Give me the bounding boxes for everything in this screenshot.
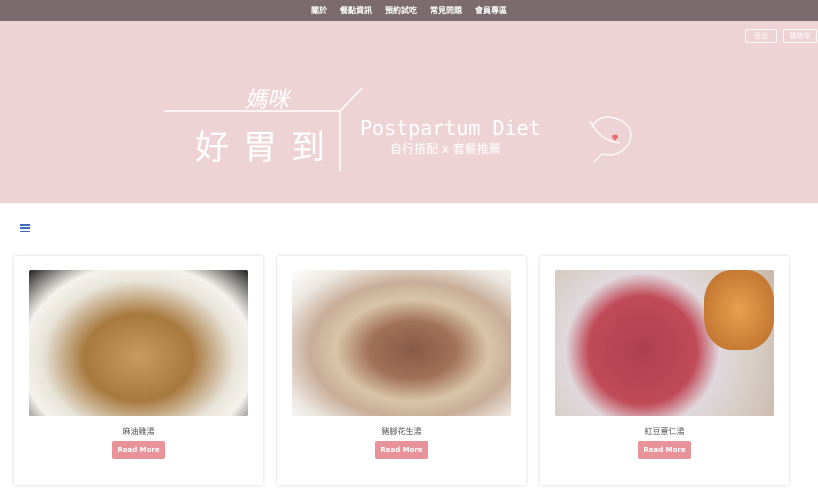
logout-button[interactable]: 登出 <box>745 29 777 43</box>
read-more-button[interactable]: Read More <box>638 441 691 459</box>
card-title: 麻油雞湯 <box>122 427 155 436</box>
read-more-button[interactable]: Read More <box>112 441 165 459</box>
card-title: 豬腳花生湯 <box>381 427 422 436</box>
hamburger-menu-button[interactable] <box>20 224 30 232</box>
red-bean-soup-image <box>555 270 774 416</box>
product-card: 麻油雞湯 Read More <box>14 256 263 485</box>
brand-logo: 媽咪 好胃到 Postpartum Diet 自行搭配 x 套餐推薦 <box>164 87 632 171</box>
top-nav: 關於 餐點資訊 預約試吃 常見問題 會員專區 <box>0 0 818 21</box>
pork-knuckle-peanut-soup-image <box>292 270 511 416</box>
nav-about[interactable]: 關於 <box>311 5 327 16</box>
nav-member[interactable]: 會員專區 <box>475 5 507 16</box>
logo-english: Postpartum Diet <box>360 116 541 140</box>
nav-menu-info[interactable]: 餐點資訊 <box>340 5 372 16</box>
stomach-heart-icon <box>589 116 632 163</box>
logo-top-text: 媽咪 <box>245 88 292 113</box>
sesame-chicken-soup-image <box>29 270 248 416</box>
logo-main-text: 好胃到 <box>195 128 339 168</box>
product-card: 豬腳花生湯 Read More <box>277 256 526 485</box>
cart-button[interactable]: 購物車 <box>783 29 817 43</box>
hero-banner: 登出 購物車 媽咪 好胃到 Postpartum Diet 自行搭配 x 套餐推… <box>0 21 818 203</box>
logo-subtitle: 自行搭配 x 套餐推薦 <box>390 141 501 156</box>
card-title: 紅豆薏仁湯 <box>644 427 685 436</box>
product-card: 紅豆薏仁湯 Read More <box>540 256 789 485</box>
nav-faq[interactable]: 常見問題 <box>430 5 462 16</box>
nav-booking[interactable]: 預約試吃 <box>385 5 417 16</box>
read-more-button[interactable]: Read More <box>375 441 428 459</box>
